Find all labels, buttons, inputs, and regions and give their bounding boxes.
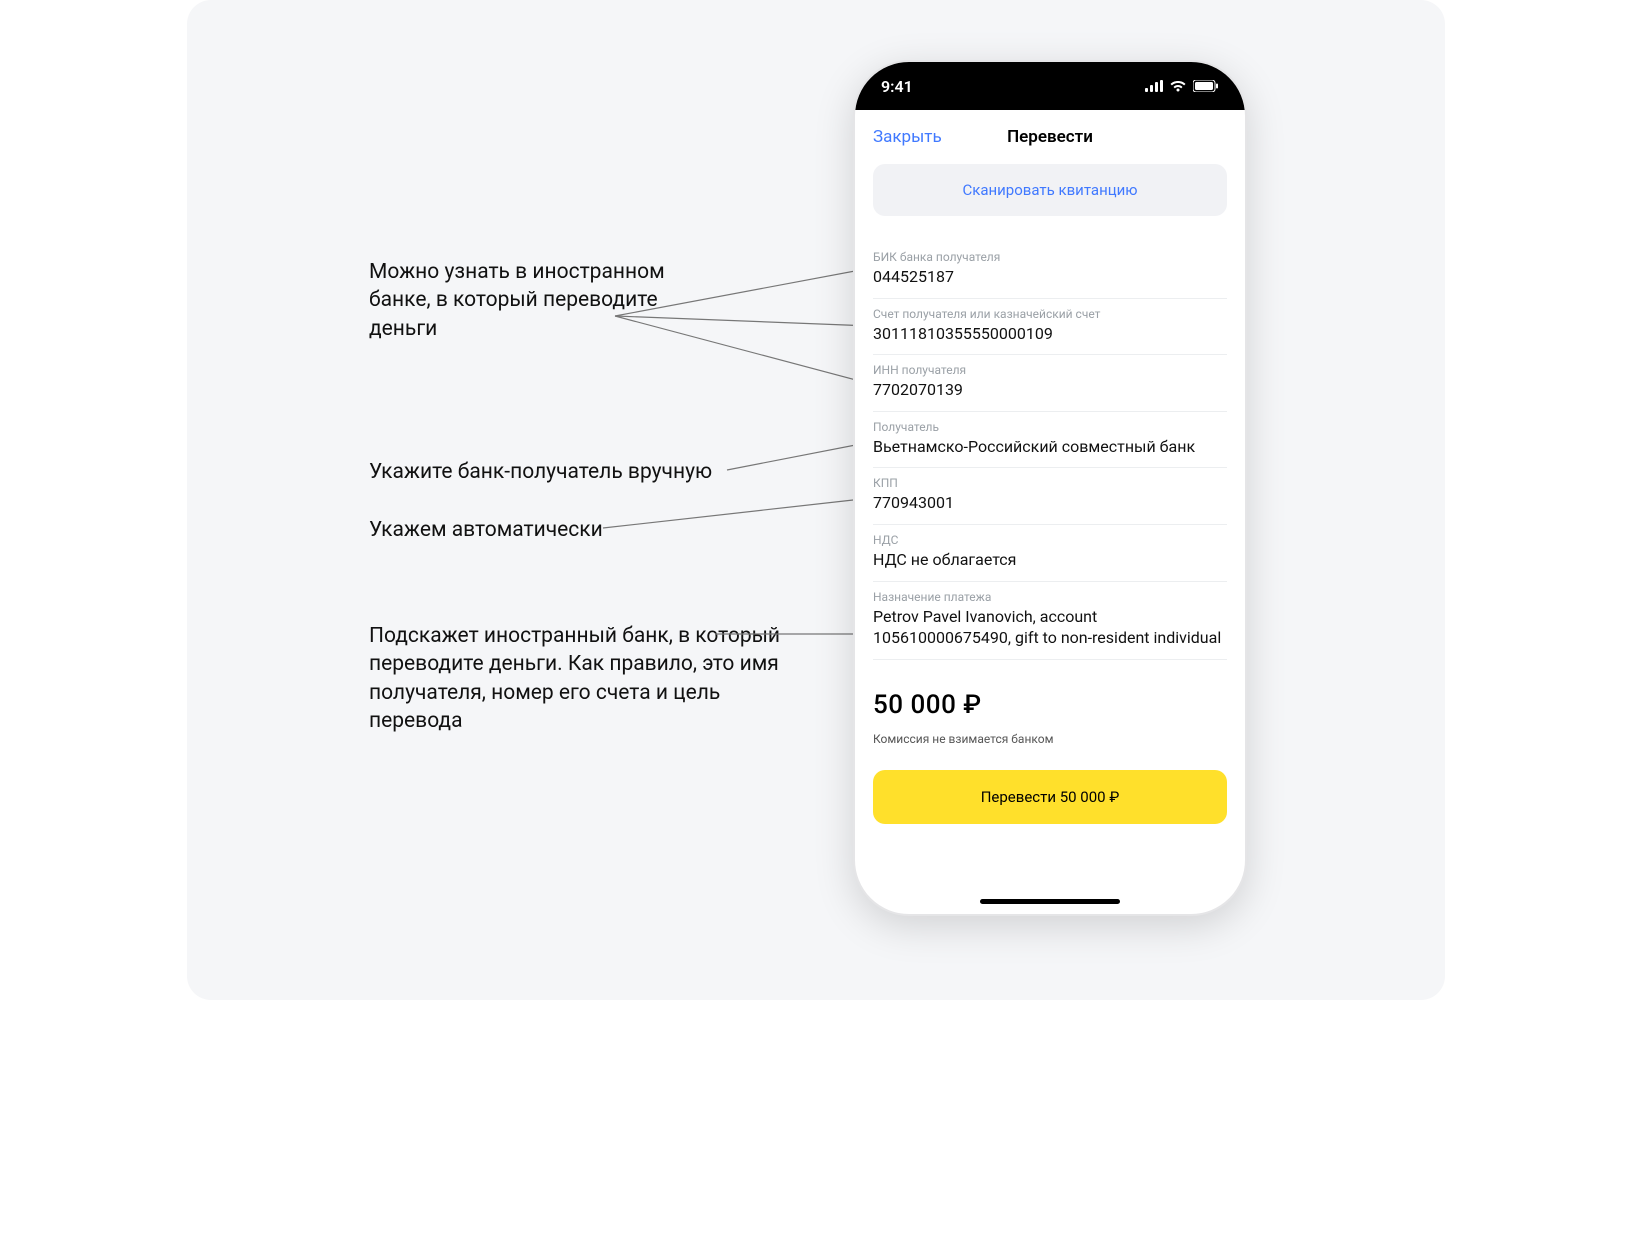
purpose-field[interactable]: Назначение платежа Petrov Pavel Ivanovic… — [873, 582, 1227, 660]
kpp-value: 770943001 — [873, 492, 1227, 514]
cellular-icon — [1145, 80, 1163, 92]
fee-note: Комиссия не взимается банком — [873, 732, 1227, 746]
payee-label: Получатель — [873, 420, 1227, 434]
scan-receipt-button[interactable]: Сканировать квитанцию — [873, 164, 1227, 216]
bik-field[interactable]: БИК банка получателя 044525187 — [873, 242, 1227, 299]
home-indicator[interactable] — [980, 899, 1120, 904]
annotation-recipient-bank: Укажите банк-получатель вручную — [369, 458, 789, 486]
annotation-auto-fill: Укажем автоматически — [369, 516, 789, 544]
kpp-label: КПП — [873, 476, 1227, 490]
inn-field[interactable]: ИНН получателя 7702070139 — [873, 355, 1227, 412]
phone-notch — [960, 62, 1140, 92]
annotation-payment-purpose: Подскажет иностранный банк, в который пе… — [369, 622, 789, 735]
status-time: 9:41 — [881, 77, 913, 96]
bik-label: БИК банка получателя — [873, 250, 1227, 264]
page-title: Перевести — [1007, 127, 1093, 147]
bik-value: 044525187 — [873, 266, 1227, 288]
payee-field[interactable]: Получатель Вьетнамско-Российский совмест… — [873, 412, 1227, 469]
connector-lines — [187, 0, 1445, 1000]
account-label: Счет получателя или казначейский счет — [873, 307, 1227, 321]
transfer-button[interactable]: Перевести 50 000 ₽ — [873, 770, 1227, 824]
phone-frame: 9:41 Закрыть Перевести Сканировать квита… — [853, 60, 1247, 916]
payee-value: Вьетнамско-Российский совместный банк — [873, 436, 1227, 458]
form-content: Сканировать квитанцию БИК банка получате… — [855, 164, 1245, 842]
nav-bar: Закрыть Перевести — [855, 110, 1245, 164]
close-button[interactable]: Закрыть — [873, 127, 942, 147]
purpose-value: Petrov Pavel Ivanovich, account 10561000… — [873, 606, 1227, 649]
account-value: 30111810355550000109 — [873, 323, 1227, 345]
battery-icon — [1193, 80, 1219, 92]
diagram-canvas: Можно узнать в иностранном банке, в кото… — [187, 0, 1445, 1000]
nds-field[interactable]: НДС НДС не облагается — [873, 525, 1227, 582]
inn-value: 7702070139 — [873, 379, 1227, 401]
purpose-label: Назначение платежа — [873, 590, 1227, 604]
annotation-foreign-bank-info: Можно узнать в иностранном банке, в кото… — [369, 258, 689, 343]
nds-value: НДС не облагается — [873, 549, 1227, 571]
amount-value: 50 000 ₽ — [873, 690, 1227, 720]
wifi-icon — [1169, 80, 1187, 92]
kpp-field[interactable]: КПП 770943001 — [873, 468, 1227, 525]
account-field[interactable]: Счет получателя или казначейский счет 30… — [873, 299, 1227, 356]
inn-label: ИНН получателя — [873, 363, 1227, 377]
nds-label: НДС — [873, 533, 1227, 547]
